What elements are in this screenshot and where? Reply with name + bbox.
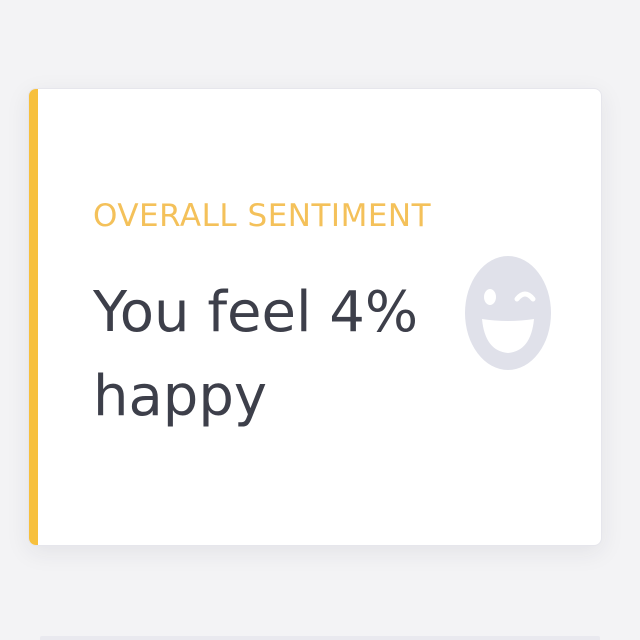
card-eyebrow: OVERALL SENTIMENT	[93, 198, 432, 234]
winking-smile-icon	[465, 255, 551, 371]
card-accent-bar	[29, 89, 38, 545]
sentiment-card: OVERALL SENTIMENT You feel 4% happy	[28, 88, 602, 546]
sentiment-headline: You feel 4% happy	[93, 280, 419, 429]
next-card-edge	[40, 636, 600, 640]
page: OVERALL SENTIMENT You feel 4% happy	[0, 0, 640, 640]
